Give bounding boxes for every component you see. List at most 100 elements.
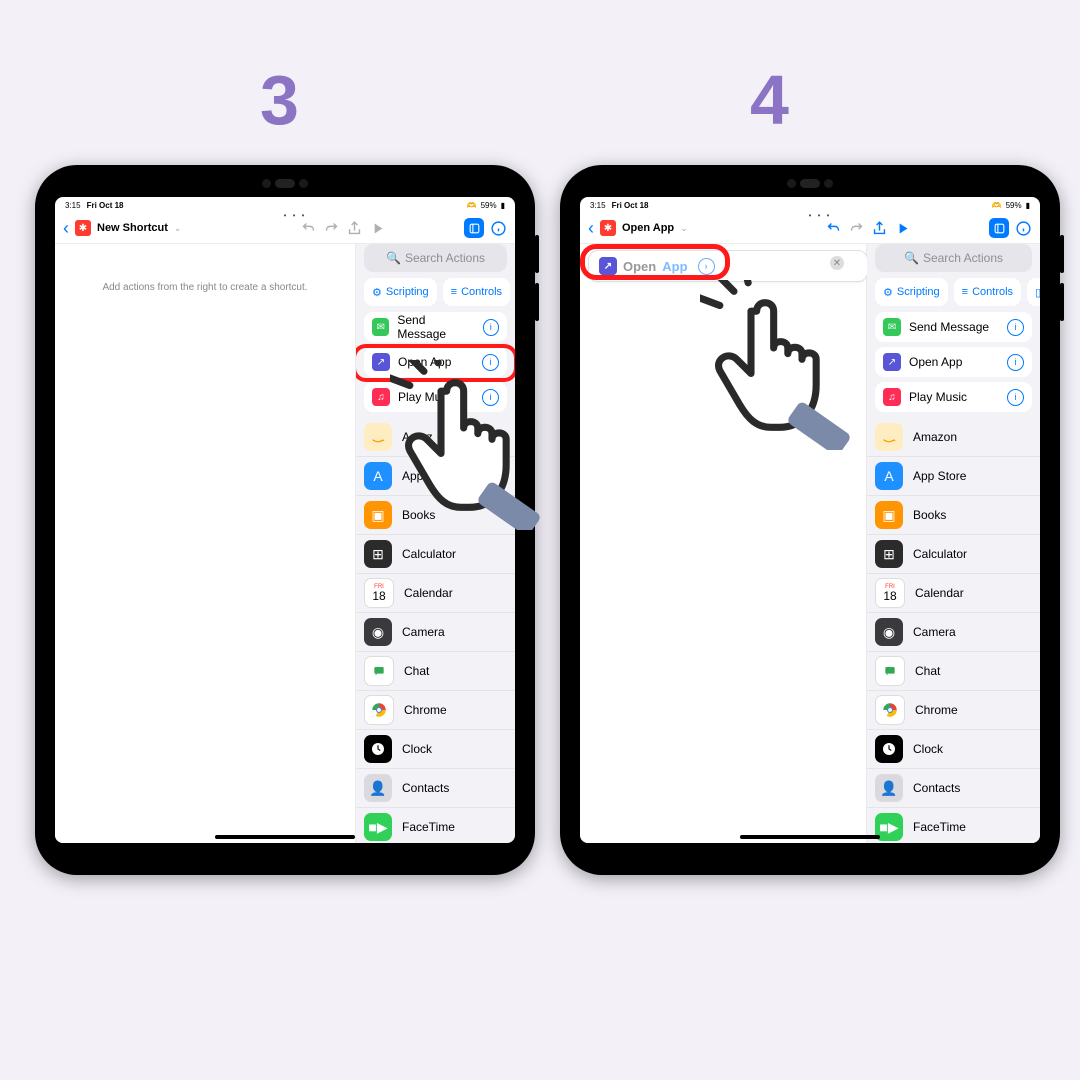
title-chevron-icon[interactable]: ⌄ xyxy=(174,223,182,234)
calendar-icon: FRI18 xyxy=(875,578,905,608)
actions-sidebar: 🔍 Search Actions ⚙︎Scripting ≡Controls ▯… xyxy=(867,244,1040,843)
action-send-message[interactable]: ✉︎ Send Message i xyxy=(875,312,1032,342)
chip-controls[interactable]: ≡Controls xyxy=(954,278,1021,306)
info-icon[interactable]: i xyxy=(1007,354,1024,371)
app-amazon[interactable]: Amaz xyxy=(356,418,515,457)
app-appstore[interactable]: AApp xyxy=(356,457,515,496)
app-calculator[interactable]: ⊞Calculator xyxy=(356,535,515,574)
step-number-3: 3 xyxy=(260,60,299,140)
app-chat[interactable]: Chat xyxy=(356,652,515,691)
app-clock[interactable]: Clock xyxy=(867,730,1040,769)
wifi-icon: 🫶 xyxy=(992,201,1002,210)
app-camera[interactable]: ◉Camera xyxy=(356,613,515,652)
app-books[interactable]: ▣Books xyxy=(356,496,515,535)
controls-icon: ≡ xyxy=(962,286,968,298)
share-icon[interactable] xyxy=(346,220,363,237)
action-open-app[interactable]: ↗ Open App i xyxy=(875,347,1032,377)
scripting-icon: ⚙︎ xyxy=(883,286,893,299)
info-icon[interactable]: i xyxy=(483,319,499,336)
wifi-icon: 🫶 xyxy=(467,201,477,210)
camera-icon: ◉ xyxy=(364,618,392,646)
search-actions-input[interactable]: 🔍 Search Actions xyxy=(364,244,507,272)
app-chat[interactable]: Chat xyxy=(867,652,1040,691)
apps-list[interactable]: Amazon AApp Store ▣Books ⊞Calculator FRI… xyxy=(867,418,1040,843)
info-icon[interactable]: i xyxy=(482,354,499,371)
app-amazon[interactable]: Amazon xyxy=(867,418,1040,457)
home-indicator[interactable] xyxy=(740,835,880,839)
app-calendar[interactable]: FRI18Calendar xyxy=(867,574,1040,613)
undo-icon[interactable] xyxy=(825,220,842,237)
multitask-dots: • • • xyxy=(65,211,515,220)
shortcut-title[interactable]: New Shortcut xyxy=(97,222,168,234)
clock-icon xyxy=(364,735,392,763)
open-app-icon: ↗ xyxy=(883,353,901,371)
home-indicator[interactable] xyxy=(215,835,355,839)
info-icon[interactable]: i xyxy=(1007,319,1024,336)
app-calculator[interactable]: ⊞Calculator xyxy=(867,535,1040,574)
battery-icon: ▮ xyxy=(501,201,505,210)
play-icon[interactable] xyxy=(894,220,911,237)
action-open-app[interactable]: ↗ Open App i xyxy=(364,347,507,377)
redo-icon[interactable] xyxy=(323,220,340,237)
back-button[interactable]: ‹ xyxy=(63,218,69,239)
back-button[interactable]: ‹ xyxy=(588,218,594,239)
actions-sidebar: 🔍 Search Actions ⚙︎Scripting ≡Controls ▯… xyxy=(356,244,515,843)
open-app-icon: ↗ xyxy=(372,353,390,371)
amazon-icon xyxy=(364,423,392,451)
battery-pct: 59% xyxy=(1006,201,1022,210)
info-icon[interactable]: i xyxy=(482,389,499,406)
chip-controls[interactable]: ≡Controls xyxy=(443,278,510,306)
action-open-app-card[interactable]: ↗ Open App › xyxy=(588,250,868,282)
app-chrome[interactable]: Chrome xyxy=(356,691,515,730)
info-icon[interactable] xyxy=(1015,220,1032,237)
app-contacts[interactable]: 👤Contacts xyxy=(356,769,515,808)
open-app-icon: ↗ xyxy=(599,257,617,275)
chip-dev[interactable]: ▯De xyxy=(1027,278,1040,306)
library-toggle-button[interactable] xyxy=(464,218,484,238)
action-play-music[interactable]: ♫ Play Music i xyxy=(364,382,507,412)
action-param-app[interactable]: App xyxy=(662,259,687,274)
shortcut-badge-icon: ✱ xyxy=(600,220,616,236)
message-icon: ✉︎ xyxy=(883,318,901,336)
search-actions-input[interactable]: 🔍 Search Actions xyxy=(875,244,1032,272)
search-icon: 🔍 xyxy=(904,251,919,265)
facetime-icon: ■▶ xyxy=(364,813,392,841)
status-date: Fri Oct 18 xyxy=(612,201,649,210)
chip-scripting[interactable]: ⚙︎Scripting xyxy=(364,278,437,306)
search-icon: 🔍 xyxy=(386,251,401,265)
app-clock[interactable]: Clock xyxy=(356,730,515,769)
chip-scripting[interactable]: ⚙︎Scripting xyxy=(875,278,948,306)
info-icon[interactable] xyxy=(490,220,507,237)
info-icon[interactable]: i xyxy=(1007,389,1024,406)
app-facetime[interactable]: ■▶FaceTime xyxy=(867,808,1040,843)
action-play-music[interactable]: ♫ Play Music i xyxy=(875,382,1032,412)
redo-icon[interactable] xyxy=(848,220,865,237)
camera-icon: ◉ xyxy=(875,618,903,646)
undo-icon[interactable] xyxy=(300,220,317,237)
side-button xyxy=(1060,235,1064,273)
status-bar: 3:15 Fri Oct 18 • • • 🫶 59% ▮ xyxy=(580,197,1040,213)
message-icon: ✉︎ xyxy=(372,318,389,336)
app-camera[interactable]: ◉Camera xyxy=(867,613,1040,652)
app-contacts[interactable]: 👤Contacts xyxy=(867,769,1040,808)
library-toggle-button[interactable] xyxy=(989,218,1009,238)
title-chevron-icon[interactable]: ⌄ xyxy=(680,223,688,234)
clear-action-icon[interactable]: ✕ xyxy=(830,256,844,270)
app-appstore[interactable]: AApp Store xyxy=(867,457,1040,496)
amazon-icon xyxy=(875,423,903,451)
app-books[interactable]: ▣Books xyxy=(867,496,1040,535)
app-chrome[interactable]: Chrome xyxy=(867,691,1040,730)
shortcut-canvas[interactable]: Add actions from the right to create a s… xyxy=(55,244,356,843)
action-send-message[interactable]: ✉︎ Send Message i xyxy=(364,312,507,342)
share-icon[interactable] xyxy=(871,220,888,237)
play-icon[interactable] xyxy=(369,220,386,237)
shortcut-title[interactable]: Open App xyxy=(622,222,674,234)
multitask-dots: • • • xyxy=(590,211,1040,220)
status-time: 3:15 xyxy=(65,201,81,210)
shortcut-canvas[interactable]: ↗ Open App › ✕ xyxy=(580,244,867,843)
apps-list[interactable]: Amaz AApp ▣Books ⊞Calculator FRI18Calend… xyxy=(356,418,515,843)
app-facetime[interactable]: ■▶FaceTime xyxy=(356,808,515,843)
action-disclosure-icon[interactable]: › xyxy=(698,258,715,275)
app-calendar[interactable]: FRI18Calendar xyxy=(356,574,515,613)
status-date: Fri Oct 18 xyxy=(87,201,124,210)
